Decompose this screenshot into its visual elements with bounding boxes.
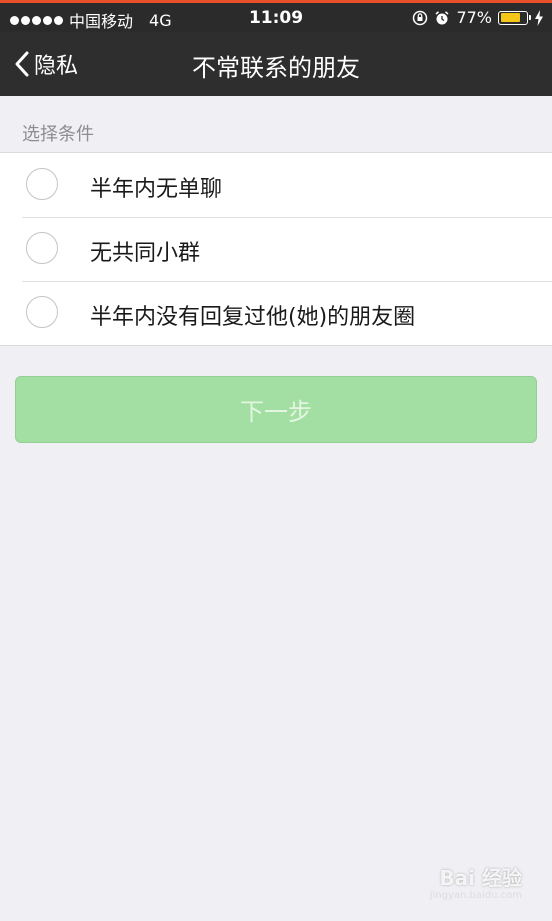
option-label: 半年内没有回复过他(她)的朋友圈 [90, 305, 416, 330]
next-step-button[interactable]: 下一步 [15, 376, 537, 443]
watermark-url: jingyan.baidu.com [429, 890, 522, 901]
option-row-no-private-chat[interactable]: 半年内无单聊 [0, 153, 552, 217]
section-header: 选择条件 [22, 124, 94, 145]
option-label: 半年内无单聊 [90, 177, 223, 202]
battery-level-fill [500, 13, 520, 22]
battery-percent: 77% [456, 8, 492, 27]
orientation-lock-icon [413, 10, 428, 25]
battery-icon [498, 10, 531, 25]
screen: 中国移动 4G 11:09 77% 隐私 不常联系的朋友 选择条件 半年内无单聊… [0, 0, 552, 921]
watermark-logo: Bai 经验 [439, 866, 522, 890]
options-list: 半年内无单聊 无共同小群 半年内没有回复过他(她)的朋友圈 [0, 152, 552, 346]
status-bar: 中国移动 4G 11:09 77% [0, 3, 552, 32]
option-row-no-common-group[interactable]: 无共同小群 [0, 217, 552, 281]
page-title: 不常联系的朋友 [192, 54, 360, 82]
alarm-icon [435, 10, 449, 24]
option-label: 无共同小群 [90, 241, 201, 266]
radio-unchecked-icon[interactable] [26, 168, 58, 200]
radio-unchecked-icon[interactable] [26, 296, 58, 328]
option-row-no-moments-reply[interactable]: 半年内没有回复过他(她)的朋友圈 [0, 281, 552, 345]
status-right: 77% [412, 8, 544, 27]
radio-unchecked-icon[interactable] [26, 232, 58, 264]
charging-icon [535, 9, 543, 26]
navigation-bar: 隐私 不常联系的朋友 [0, 32, 552, 96]
